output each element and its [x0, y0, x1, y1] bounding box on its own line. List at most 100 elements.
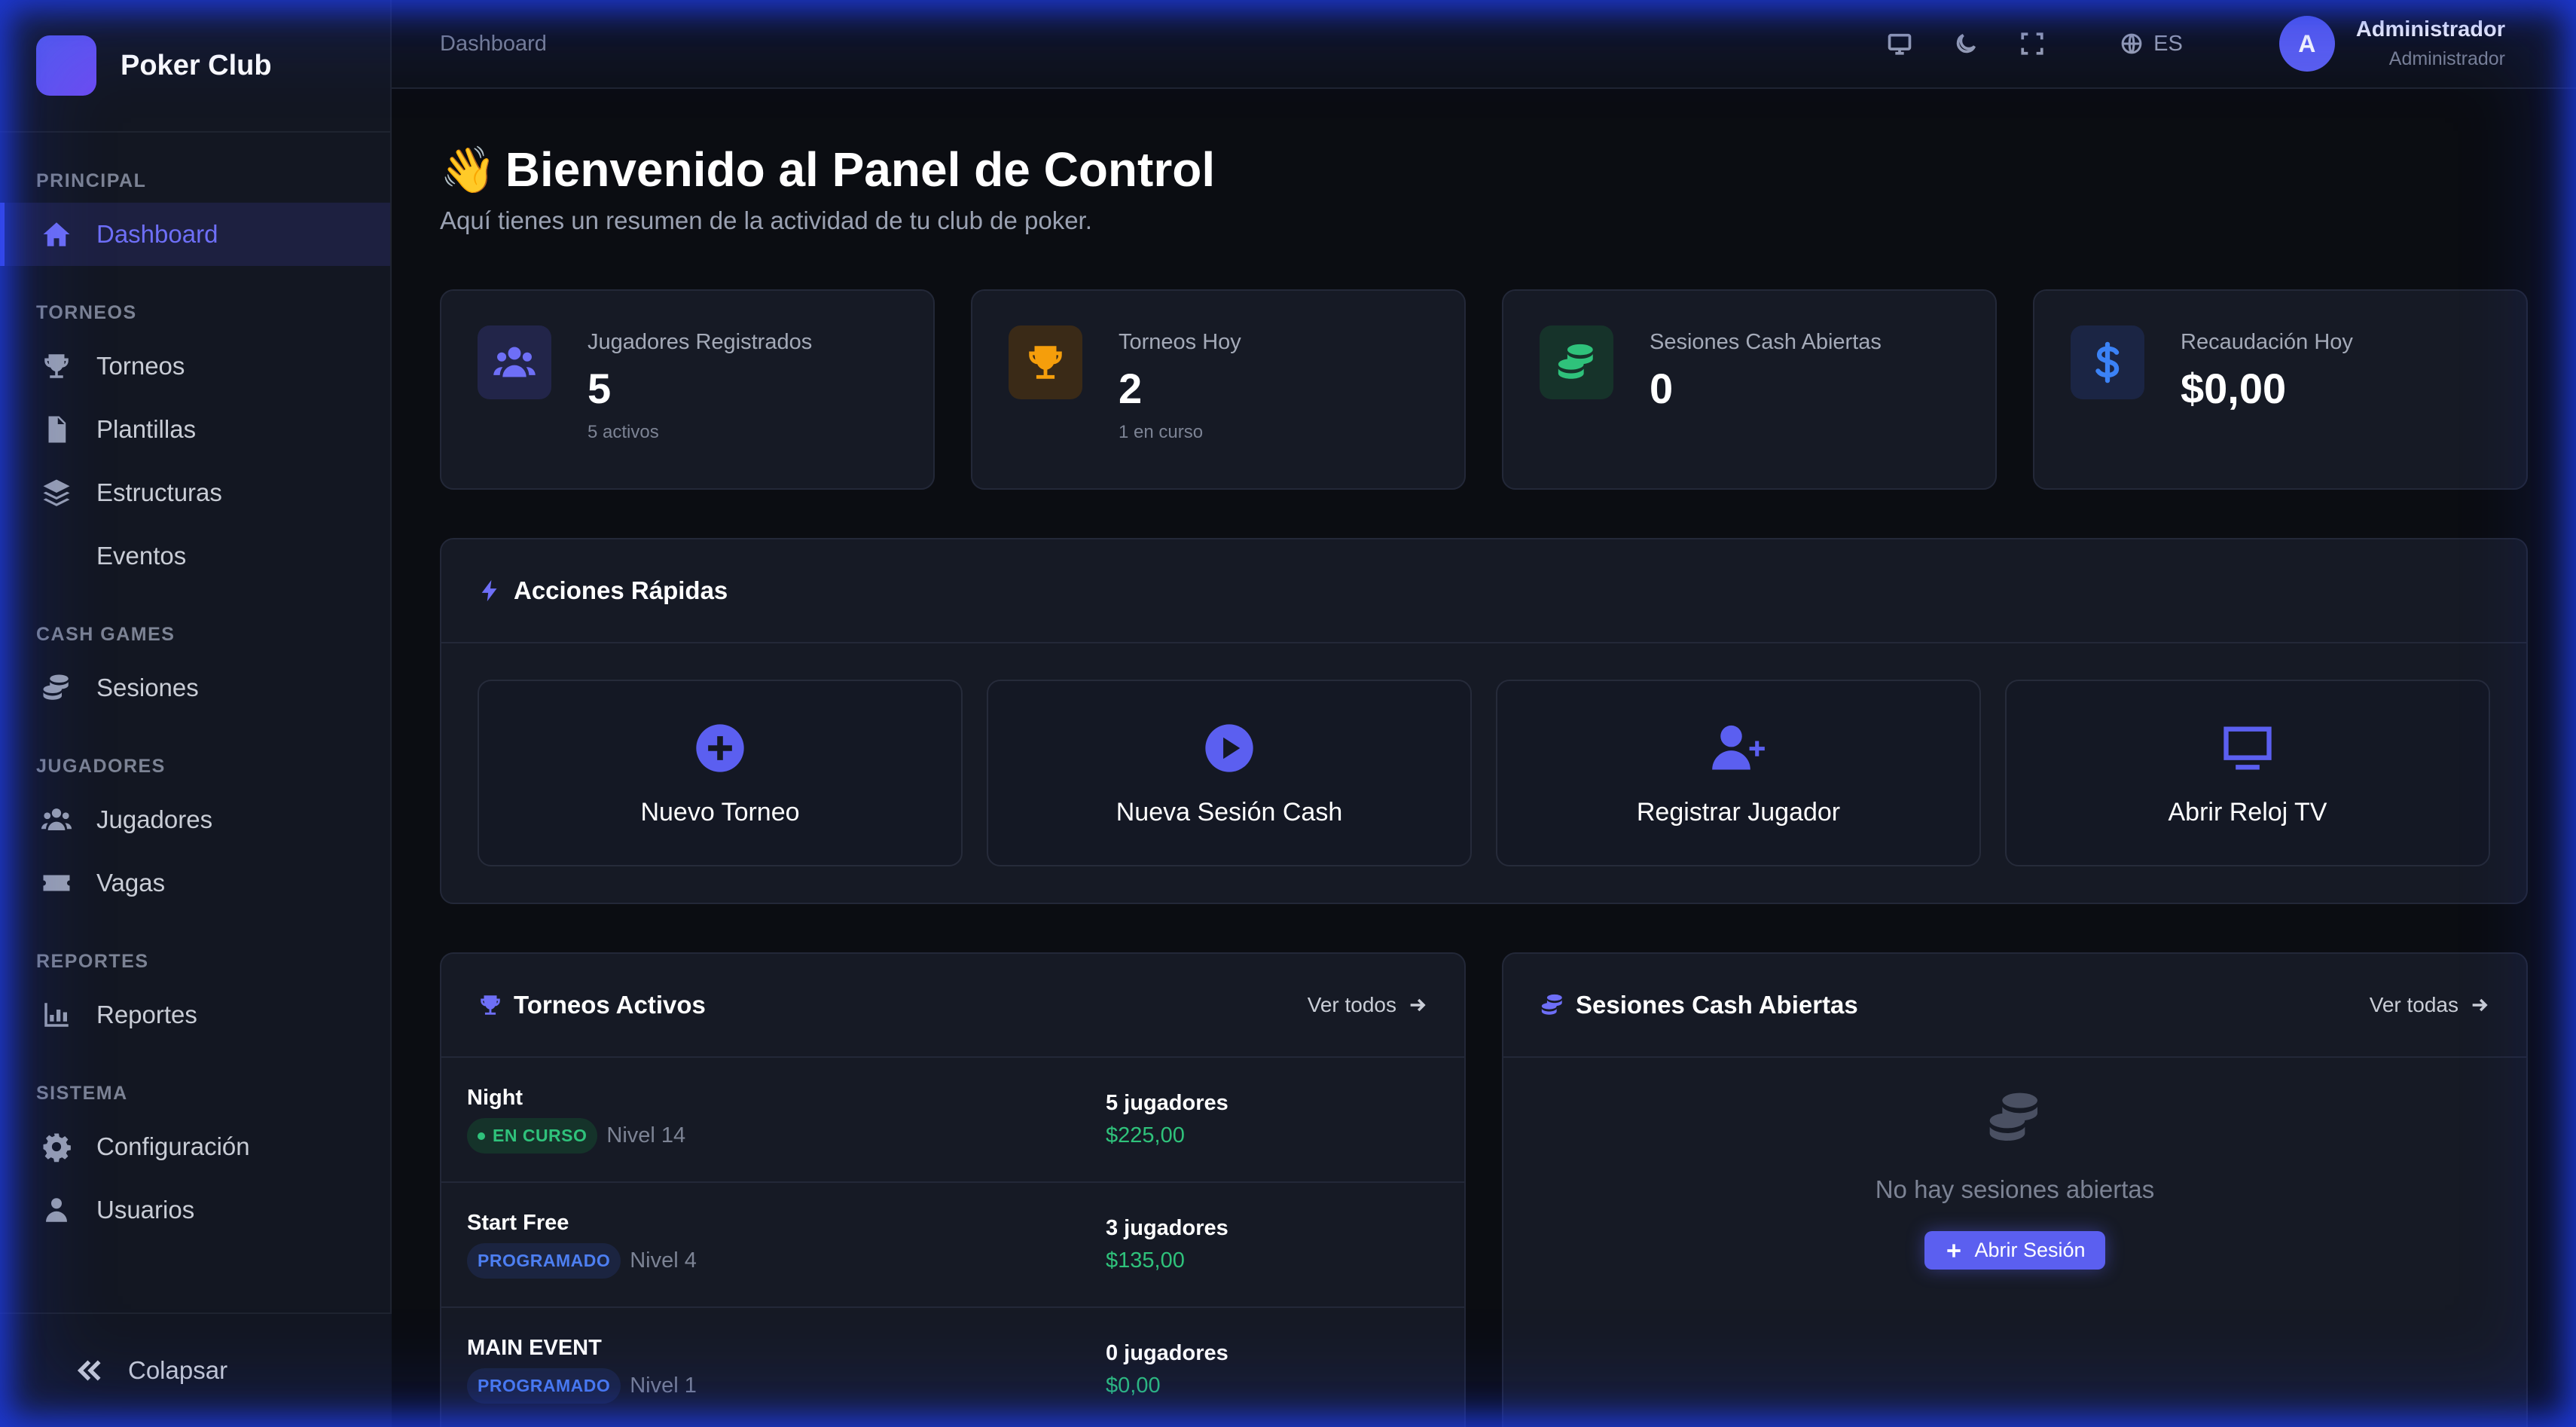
table-row[interactable]: Start Free PROGRAMADO Nivel 4 3 jugadore… — [441, 1183, 1464, 1308]
stat-sub: 1 en curso — [1119, 422, 1204, 442]
ticket-icon — [39, 866, 74, 900]
avatar: A — [2278, 16, 2335, 72]
coins-icon — [39, 671, 74, 705]
page-subtitle: Aquí tienes un resumen de la actividad d… — [440, 206, 1092, 234]
user-plus-icon — [1712, 725, 1765, 769]
trophy-icon — [39, 349, 74, 383]
collapse-button[interactable]: Colapsar — [0, 1312, 392, 1427]
sidebar-item-label: Configuración — [96, 1132, 250, 1160]
sidebar-item-label: Dashboard — [96, 220, 218, 248]
sidebar-item-torneos[interactable]: Torneos — [0, 335, 390, 398]
sidebar-item-reportes[interactable]: Reportes — [0, 983, 390, 1047]
new-cash-session-button[interactable]: Nueva Sesión Cash — [987, 680, 1472, 866]
dollar-icon — [2071, 325, 2144, 399]
sidebar-item-dashboard[interactable]: Dashboard — [0, 203, 390, 266]
trophy-icon — [478, 992, 503, 1018]
open-tv-clock-button[interactable]: Abrir Reloj TV — [2005, 680, 2490, 866]
tournament-prize: $135,00 — [1106, 1248, 1185, 1273]
stat-label: Jugadores Registrados — [588, 330, 813, 354]
stat-sub: 5 activos — [588, 422, 659, 442]
empty-state: No hay sesiones abiertas Abrir Sesión — [1503, 1058, 2526, 1270]
tournament-name: Start Free — [467, 1211, 569, 1235]
sidebar-item-usuarios[interactable]: Usuarios — [0, 1178, 390, 1242]
view-all-tournaments-link[interactable]: Ver todos — [1308, 993, 1428, 1017]
tournament-prize: $225,00 — [1106, 1123, 1185, 1147]
main-content: 👋 Bienvenido al Panel de Control Aquí ti… — [440, 89, 2528, 1427]
tournament-name: MAIN EVENT — [467, 1336, 602, 1360]
empty-state-text: No hay sesiones abiertas — [1875, 1175, 2155, 1203]
bolt-icon — [478, 578, 503, 603]
quick-action-label: Abrir Reloj TV — [2168, 797, 2327, 827]
user-role: Administrador — [2388, 48, 2505, 69]
users-icon — [478, 325, 551, 399]
sidebar-item-eventos[interactable]: Eventos — [0, 524, 390, 588]
user-menu[interactable]: A Administrador Administrador — [2278, 16, 2505, 72]
register-player-button[interactable]: Registrar Jugador — [1496, 680, 1981, 866]
language-selector[interactable]: ES — [2120, 32, 2183, 57]
layers-icon — [39, 475, 74, 510]
stat-value: 2 — [1119, 365, 1143, 412]
globe-icon — [2121, 33, 2142, 54]
quick-actions-title: Acciones Rápidas — [514, 576, 728, 604]
sidebar-item-sesiones[interactable]: Sesiones — [0, 656, 390, 720]
coins-icon — [1540, 325, 1613, 399]
table-row[interactable]: MAIN EVENT PROGRAMADO Nivel 1 0 jugadore… — [441, 1308, 1464, 1427]
sidebar-item-estructuras[interactable]: Estructuras — [0, 461, 390, 524]
table-row[interactable]: Night EN CURSO Nivel 14 5 jugadores $225… — [441, 1058, 1464, 1183]
brand-logo — [36, 35, 96, 96]
new-tournament-button[interactable]: Nuevo Torneo — [478, 680, 963, 866]
stat-label: Recaudación Hoy — [2181, 330, 2353, 354]
quick-action-label: Nuevo Torneo — [640, 797, 800, 827]
sidebar-item-label: Eventos — [96, 542, 187, 570]
stat-card-players: Jugadores Registrados 5 5 activos — [440, 289, 935, 490]
language-label: ES — [2153, 31, 2183, 56]
user-icon — [39, 1193, 74, 1227]
page-title-text: Bienvenido al Panel de Control — [505, 142, 1216, 197]
coins-icon — [1989, 1092, 2037, 1141]
monitor-icon — [2223, 726, 2272, 769]
sidebar-item-label: Reportes — [96, 1001, 197, 1028]
active-tournaments-title: Torneos Activos — [514, 991, 706, 1019]
nav-section-jugadores: JUGADORES — [36, 756, 166, 777]
tournament-players: 3 jugadores — [1106, 1216, 1228, 1240]
moon-icon[interactable] — [1949, 26, 1983, 61]
trophy-icon — [1009, 325, 1082, 399]
arrow-right-icon — [1410, 998, 1426, 1012]
sidebar-item-configuracion[interactable]: Configuración — [0, 1115, 390, 1178]
sidebar-item-label: Estructuras — [96, 478, 222, 506]
topbar: Dashboard ES A Administrador Administrad… — [392, 0, 2576, 89]
topbar-actions: ES A Administrador Administrador — [1851, 16, 2505, 72]
nav-section-cash-games: CASH GAMES — [36, 624, 175, 645]
nav-section-sistema: SISTEMA — [36, 1083, 128, 1104]
user-info: Administrador Administrador — [2356, 17, 2505, 70]
play-circle-icon — [1205, 723, 1253, 772]
nav-section-principal: PRINCIPAL — [36, 170, 147, 191]
quick-actions-card: Acciones Rápidas Nuevo Torneo Nueva Sesi… — [440, 538, 2528, 904]
stat-label: Sesiones Cash Abiertas — [1650, 330, 1882, 354]
stat-card-revenue: Recaudación Hoy $0,00 — [2033, 289, 2528, 490]
gear-icon — [39, 1129, 74, 1164]
open-session-button[interactable]: Abrir Sesión — [1924, 1231, 2105, 1270]
sidebar-item-plantillas[interactable]: Plantillas — [0, 398, 390, 461]
chart-icon — [39, 998, 74, 1032]
status-badge: PROGRAMADO — [467, 1368, 621, 1404]
sidebar-item-jugadores[interactable]: Jugadores — [0, 788, 390, 851]
brand[interactable]: Poker Club — [0, 0, 390, 133]
tournament-players: 5 jugadores — [1106, 1091, 1228, 1115]
open-cash-sessions-title: Sesiones Cash Abiertas — [1576, 991, 1858, 1019]
calendar-icon — [39, 539, 74, 573]
sidebar-item-label: Torneos — [96, 352, 185, 380]
sidebar-item-vagas[interactable]: Vagas — [0, 851, 390, 915]
sidebar-item-label: Vagas — [96, 869, 166, 897]
fullscreen-icon[interactable] — [2015, 26, 2050, 61]
quick-action-label: Nueva Sesión Cash — [1116, 797, 1343, 827]
breadcrumb[interactable]: Dashboard — [440, 32, 547, 57]
user-name: Administrador — [2355, 17, 2505, 41]
stat-card-cash-sessions: Sesiones Cash Abiertas 0 — [1502, 289, 1997, 490]
plus-icon — [1947, 1243, 1961, 1257]
collapse-label: Colapsar — [128, 1356, 228, 1384]
stats-row: Jugadores Registrados 5 5 activos Torneo… — [440, 289, 2528, 490]
wave-emoji: 👋 — [440, 144, 496, 195]
view-all-sessions-link[interactable]: Ver todas — [2370, 993, 2490, 1017]
monitor-icon[interactable] — [1882, 26, 1917, 61]
